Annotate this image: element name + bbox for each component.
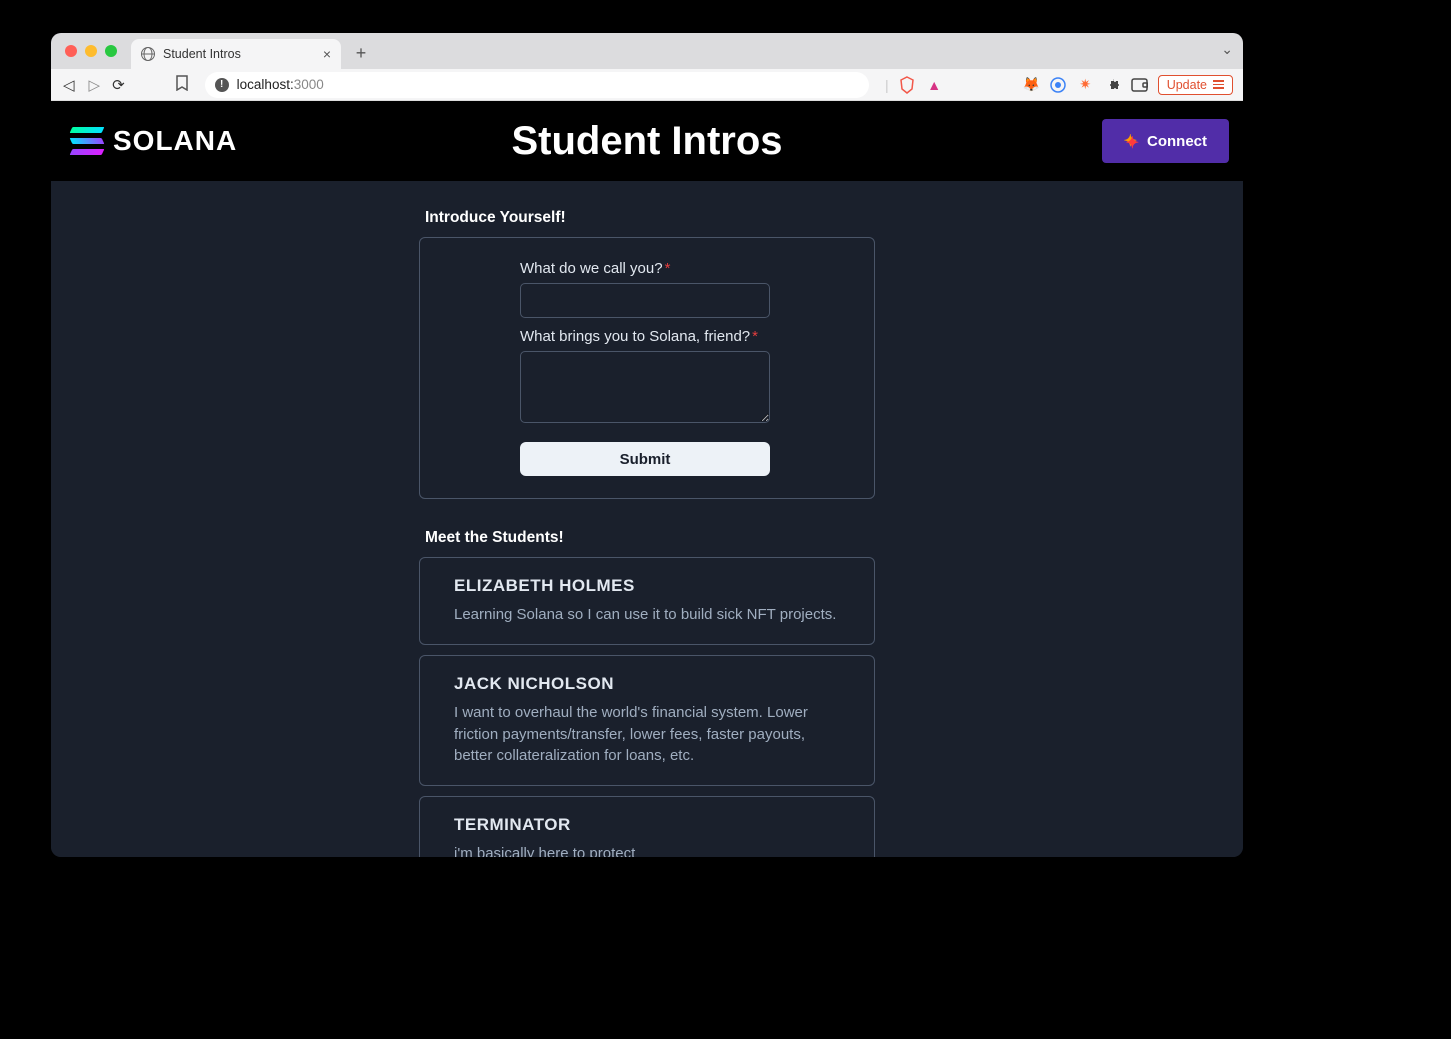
submit-button[interactable]: Submit bbox=[520, 442, 770, 476]
name-label: What do we call you?* bbox=[520, 260, 774, 277]
close-window-button[interactable] bbox=[65, 45, 77, 57]
brave-shield-icon[interactable] bbox=[899, 76, 916, 93]
globe-icon bbox=[141, 47, 155, 61]
name-input[interactable] bbox=[520, 283, 770, 318]
maximize-window-button[interactable] bbox=[105, 45, 117, 57]
site-info-icon[interactable]: ! bbox=[215, 78, 229, 92]
forward-button[interactable]: ▷ bbox=[87, 76, 103, 94]
browser-toolbar: ◁ ▷ ⟳ ! localhost:3000 | ▲ 🦊 ✷ bbox=[51, 69, 1243, 101]
page-title: Student Intros bbox=[511, 119, 782, 164]
bookmark-icon[interactable] bbox=[175, 75, 189, 94]
window-controls bbox=[59, 33, 127, 69]
student-card: JACK NICHOLSON I want to overhaul the wor… bbox=[419, 655, 875, 786]
student-message: Learning Solana so I can use it to build… bbox=[454, 604, 840, 626]
back-button[interactable]: ◁ bbox=[61, 76, 77, 94]
brave-rewards-icon[interactable]: ▲ bbox=[926, 76, 943, 93]
spark-extension-icon[interactable]: ✷ bbox=[1077, 76, 1094, 93]
logo-text: SOLANA bbox=[113, 125, 237, 157]
student-name: ELIZABETH HOLMES bbox=[454, 576, 840, 596]
extension-icon[interactable] bbox=[1050, 76, 1067, 93]
students-section: Meet the Students! ELIZABETH HOLMES Learn… bbox=[419, 529, 875, 857]
minimize-window-button[interactable] bbox=[85, 45, 97, 57]
solana-mark-icon bbox=[71, 127, 103, 155]
main-content: Introduce Yourself! What do we call you?… bbox=[419, 209, 875, 857]
extensions-menu-icon[interactable] bbox=[1104, 76, 1121, 93]
separator: | bbox=[885, 77, 889, 93]
menu-icon bbox=[1213, 80, 1224, 89]
app-viewport: SOLANA Student Intros ✦ Connect Introduc… bbox=[51, 101, 1243, 857]
student-name: TERMINATOR bbox=[454, 815, 840, 835]
browser-tab[interactable]: Student Intros × bbox=[131, 39, 341, 69]
message-label: What brings you to Solana, friend?* bbox=[520, 328, 774, 345]
toolbar-extensions: | ▲ 🦊 ✷ Update bbox=[885, 75, 1233, 95]
new-tab-button[interactable]: + bbox=[347, 39, 375, 67]
browser-window: Student Intros × + ⌄ ◁ ▷ ⟳ ! localhost:3… bbox=[51, 33, 1243, 857]
update-button[interactable]: Update bbox=[1158, 75, 1233, 95]
close-tab-icon[interactable]: × bbox=[323, 47, 331, 61]
reload-button[interactable]: ⟳ bbox=[112, 76, 125, 94]
spark-icon: ✦ bbox=[1124, 131, 1137, 151]
tabs-dropdown-icon[interactable]: ⌄ bbox=[1221, 41, 1233, 58]
intro-form: What do we call you?* What brings you to… bbox=[419, 237, 875, 499]
students-heading: Meet the Students! bbox=[425, 529, 875, 547]
student-message: i'm basically here to protect bbox=[454, 843, 840, 857]
student-card: ELIZABETH HOLMES Learning Solana so I can… bbox=[419, 557, 875, 645]
student-card: TERMINATOR i'm basically here to protect bbox=[419, 796, 875, 857]
address-bar[interactable]: ! localhost:3000 bbox=[205, 72, 869, 98]
metamask-icon[interactable]: 🦊 bbox=[1023, 76, 1040, 93]
connect-wallet-button[interactable]: ✦ Connect bbox=[1102, 119, 1229, 163]
wallet-icon[interactable] bbox=[1131, 76, 1148, 93]
url-text: localhost:3000 bbox=[237, 77, 324, 92]
form-heading: Introduce Yourself! bbox=[425, 209, 875, 227]
tab-title: Student Intros bbox=[163, 47, 315, 61]
solana-logo: SOLANA bbox=[71, 125, 237, 157]
app-header: SOLANA Student Intros ✦ Connect bbox=[51, 101, 1243, 181]
browser-tab-bar: Student Intros × + ⌄ bbox=[51, 33, 1243, 69]
message-textarea[interactable] bbox=[520, 351, 770, 423]
student-name: JACK NICHOLSON bbox=[454, 674, 840, 694]
student-message: I want to overhaul the world's financial… bbox=[454, 702, 840, 767]
